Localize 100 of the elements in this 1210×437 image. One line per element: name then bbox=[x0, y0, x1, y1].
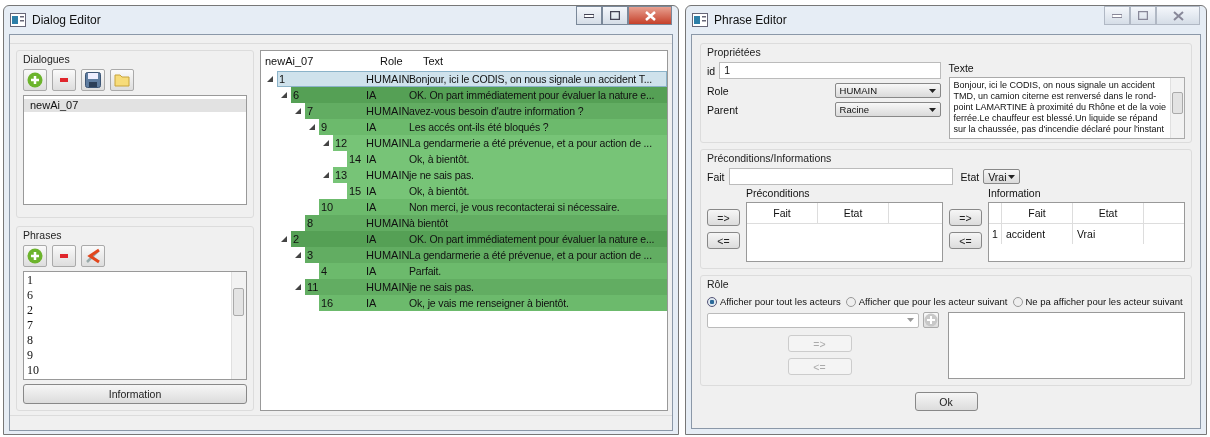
add-button[interactable] bbox=[23, 69, 47, 91]
phrase-item[interactable]: 2 bbox=[24, 303, 231, 318]
tree-row[interactable]: 7 HUMAINavez-vous besoin d'autre information ? bbox=[305, 103, 667, 119]
radio-option[interactable]: Afficher pour tout les acteurs bbox=[707, 296, 841, 307]
table-cell-text: IA bbox=[366, 120, 377, 135]
tree-row[interactable]: 11 HUMAINje ne sais pas. bbox=[305, 279, 667, 295]
tree-row[interactable]: 9 IA Les accés ont-ils été bloqués ? bbox=[319, 119, 667, 135]
tree-row[interactable]: 2 IA OK. On part immédiatement pour évaluer la nature e... bbox=[291, 231, 667, 247]
table-cell-text: HUMAIN bbox=[366, 280, 410, 295]
expanded-arrow-icon[interactable] bbox=[295, 108, 301, 114]
tree-row[interactable]: 12 HUMAINLa gendarmerie a été prévenue, et a pour action de ... bbox=[333, 135, 667, 151]
table-cell-text: HUMAIN bbox=[366, 248, 410, 263]
add-button[interactable] bbox=[23, 245, 47, 267]
table-cell-text: La gendarmerie a été prévenue, et a pour action de ... bbox=[409, 248, 652, 263]
close-icon bbox=[644, 10, 656, 21]
expanded-arrow-icon[interactable] bbox=[323, 172, 329, 178]
table-cell-text: IA bbox=[366, 200, 377, 215]
parent-dropdown[interactable]: Racine bbox=[834, 102, 941, 117]
maximize-button[interactable] bbox=[602, 6, 628, 25]
column-header: Etat bbox=[1073, 203, 1144, 223]
table-cell-text: 3 bbox=[307, 248, 314, 263]
move-left-button[interactable]: <= bbox=[949, 232, 982, 249]
caret-icon bbox=[907, 318, 914, 322]
save-icon bbox=[85, 72, 101, 88]
information-button[interactable]: Information bbox=[23, 384, 247, 404]
expanded-arrow-icon[interactable] bbox=[295, 252, 301, 258]
move-left-button[interactable]: <= bbox=[707, 232, 740, 249]
table-cell-text: Ok, à bientôt. bbox=[409, 184, 470, 199]
plus-icon bbox=[27, 72, 43, 88]
expanded-arrow-icon[interactable] bbox=[267, 76, 273, 82]
tree-row[interactable]: 6 IA OK. On part immédiatement pour évaluer la nature e... bbox=[291, 87, 667, 103]
tree-row[interactable]: 10 IA Non merci, je vous recontacterai si nécessaire. bbox=[319, 199, 667, 215]
tree-row[interactable]: 8 HUMAINà bientôt bbox=[305, 215, 667, 231]
remove-button[interactable] bbox=[52, 245, 76, 267]
text-area[interactable]: Bonjour, ici le CODIS, on nous signale un accident TMD, un camion citerne est renversé dans le rond- point LAMARTINE à proximité du Rhône et de la voie ferrée.Le chauffeur est blessé.Un liquide se répand sur la chaussée, pas d'incendie déclaré pour l'instant bbox=[948, 77, 1185, 139]
expanded-arrow-icon[interactable] bbox=[323, 140, 329, 146]
save-button[interactable] bbox=[81, 69, 105, 91]
table-cell-text: IA bbox=[366, 232, 377, 247]
tree-row[interactable]: 15 IA Ok, à bientôt. bbox=[347, 183, 667, 199]
phrase-item[interactable]: 10 bbox=[24, 363, 231, 378]
table-title: Information bbox=[988, 187, 1042, 199]
role-dropdown[interactable]: HUMAIN bbox=[834, 83, 941, 98]
state-dropdown[interactable]: Vrai bbox=[983, 169, 1021, 184]
table-cell-text: Les accés ont-ils été bloqués ? bbox=[409, 120, 549, 135]
table-cell-text: 7 bbox=[307, 104, 314, 119]
phrase-item[interactable]: 9 bbox=[24, 348, 231, 363]
minus-icon bbox=[60, 78, 68, 82]
phrase-item[interactable]: 1 bbox=[24, 273, 231, 288]
phrase-item[interactable]: 7 bbox=[24, 318, 231, 333]
minimize-button[interactable] bbox=[576, 6, 602, 25]
table-cell-text: OK. On part immédiatement pour évaluer la nature e... bbox=[409, 232, 655, 247]
remove-button[interactable] bbox=[52, 69, 76, 91]
state-label: Etat bbox=[960, 170, 980, 183]
dialogue-item[interactable]: newAi_07 bbox=[24, 99, 246, 112]
maximize-icon bbox=[610, 11, 620, 20]
expanded-arrow-icon[interactable] bbox=[309, 124, 315, 130]
move-right-button[interactable]: => bbox=[949, 209, 982, 226]
id-field[interactable]: 1 bbox=[719, 62, 941, 79]
window-icon bbox=[10, 13, 26, 27]
phrase-item[interactable]: 8 bbox=[24, 333, 231, 348]
radio-option[interactable]: Ne pa afficher pour les acteur suivant bbox=[1012, 296, 1183, 307]
edit-button[interactable] bbox=[81, 245, 105, 267]
tree-row[interactable]: 4 IA Parfait. bbox=[319, 263, 667, 279]
minus-icon bbox=[60, 254, 68, 258]
table-cell-text: Non merci, je vous recontacterai si nécessaire. bbox=[409, 200, 620, 215]
add-button[interactable] bbox=[923, 312, 939, 328]
group-title: Phrases bbox=[23, 229, 63, 241]
actor-list[interactable] bbox=[948, 312, 1185, 379]
expanded-arrow-icon[interactable] bbox=[281, 92, 287, 98]
table-cell-text: Parfait. bbox=[409, 264, 442, 279]
table-cell-text: 15 bbox=[349, 184, 362, 199]
scrollbar[interactable] bbox=[1170, 78, 1184, 138]
tree-row[interactable]: 14 IA Ok, à bientôt. bbox=[347, 151, 667, 167]
move-right-button[interactable]: => bbox=[707, 209, 740, 226]
ok-button[interactable]: Ok bbox=[914, 392, 978, 411]
tree-row[interactable]: 13 HUMAINje ne sais pas. bbox=[333, 167, 667, 183]
table-cell-text: La gendarmerie a été prévenue, et a pour action de ... bbox=[409, 136, 652, 151]
expanded-arrow-icon[interactable] bbox=[295, 284, 301, 290]
scrollbar[interactable] bbox=[231, 272, 246, 379]
window-icon bbox=[692, 13, 708, 27]
caret-icon bbox=[928, 107, 936, 112]
table-cell-text: 4 bbox=[321, 264, 328, 279]
tree-row[interactable]: 3 HUMAINLa gendarmerie a été prévenue, et a pour action de ... bbox=[305, 247, 667, 263]
fact-field[interactable] bbox=[728, 168, 953, 185]
table-cell-text: 9 bbox=[321, 120, 328, 135]
radio-option[interactable]: Afficher que pour les acteur suivant bbox=[845, 296, 1008, 307]
close-icon bbox=[1172, 10, 1184, 21]
close-button[interactable] bbox=[1156, 6, 1200, 25]
tree-row[interactable]: 1 HUMAINBonjour, ici le CODIS, on nous signale un accident T... bbox=[277, 71, 667, 87]
table-cell-text: 11 bbox=[307, 280, 319, 295]
phrase-item[interactable]: 6 bbox=[24, 288, 231, 303]
tree-row[interactable]: 16 IA Ok, je vais me renseigner à bientôt. bbox=[319, 295, 667, 311]
table-cell-text: Ok, à bientôt. bbox=[409, 152, 470, 167]
table-cell-text: 10 bbox=[321, 200, 334, 215]
expanded-arrow-icon[interactable] bbox=[281, 236, 287, 242]
plus-icon bbox=[924, 313, 938, 327]
caret-icon bbox=[1008, 174, 1016, 179]
close-button[interactable] bbox=[628, 6, 672, 25]
column-header: Fait bbox=[747, 203, 818, 223]
column-header: newAi_07 bbox=[265, 55, 314, 67]
